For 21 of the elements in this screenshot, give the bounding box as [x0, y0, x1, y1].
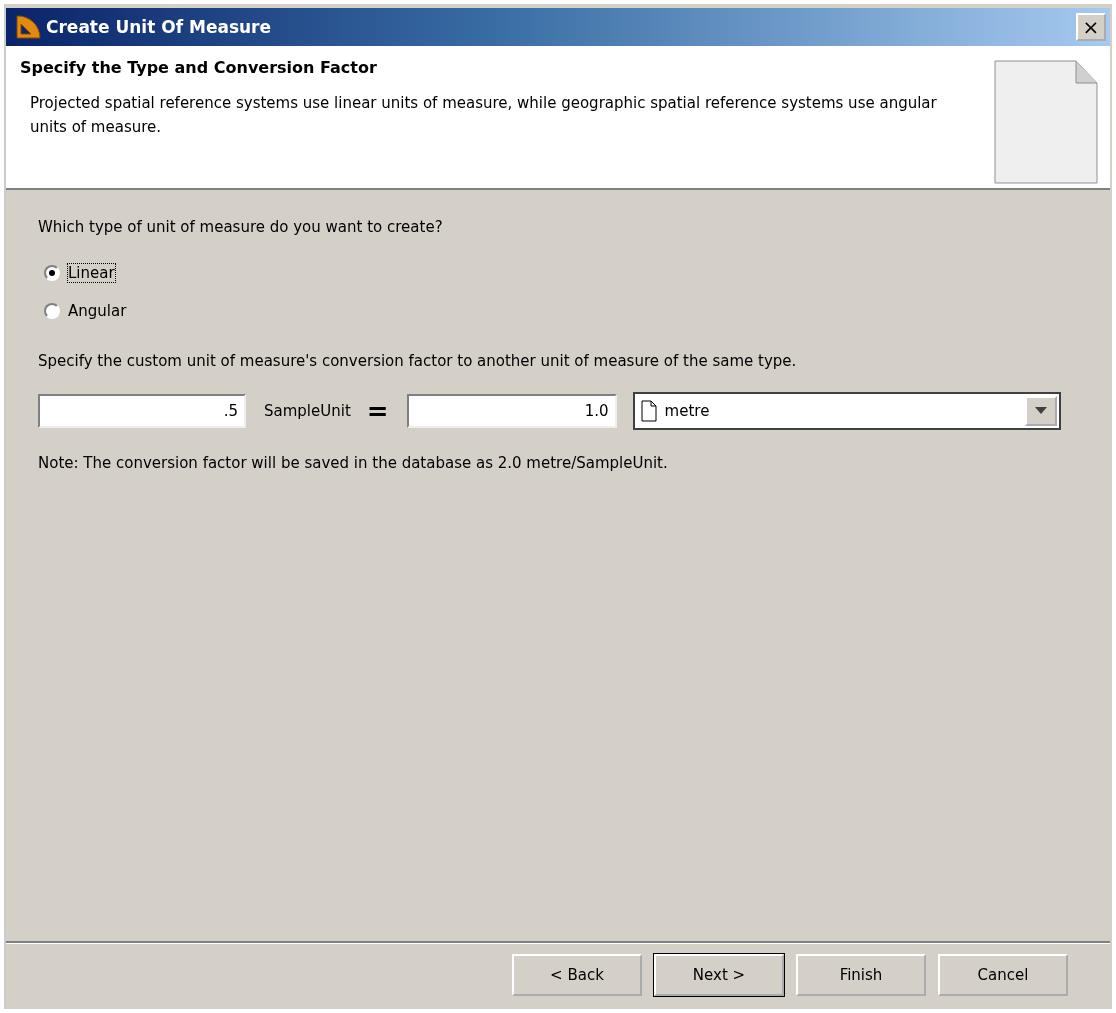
window-title: Create Unit Of Measure [46, 17, 273, 37]
wizard-button[interactable]: Finish [796, 954, 926, 996]
question-text: Which type of unit of measure do you want to create? [38, 218, 444, 236]
note-text: Note: The conversion factor will be saved in the database as 2.0 metre/SampleUnit. [38, 454, 669, 472]
equals-sign: = [366, 396, 389, 426]
close-button[interactable]: × [1076, 13, 1106, 41]
conversion-prompt: Specify the custom unit of measure's conversion factor to another unit of measure of the same type. [38, 352, 798, 370]
wizard-button[interactable]: Cancel [938, 954, 1068, 996]
value-field[interactable]: 1.0 [406, 394, 617, 428]
page-description: Projected spatial reference systems use linear units of measure, while geographic spatial reference systems use angular units of measure. [29, 93, 938, 138]
document-icon [640, 400, 657, 422]
dropdown-arrow-icon [1034, 407, 1047, 415]
unit-dropdown[interactable]: metre [632, 392, 1061, 430]
factor-field[interactable]: .5 [38, 394, 246, 428]
wizard-button[interactable]: Next > [654, 954, 784, 996]
wizard-button[interactable]: < Back [512, 954, 642, 996]
document-icon [994, 60, 1098, 184]
unit-label: SampleUnit [264, 402, 351, 420]
radio-option[interactable]: Linear [44, 264, 115, 282]
page-title: Specify the Type and Conversion Factor [20, 58, 378, 77]
radio-option[interactable]: Angular [44, 302, 127, 320]
